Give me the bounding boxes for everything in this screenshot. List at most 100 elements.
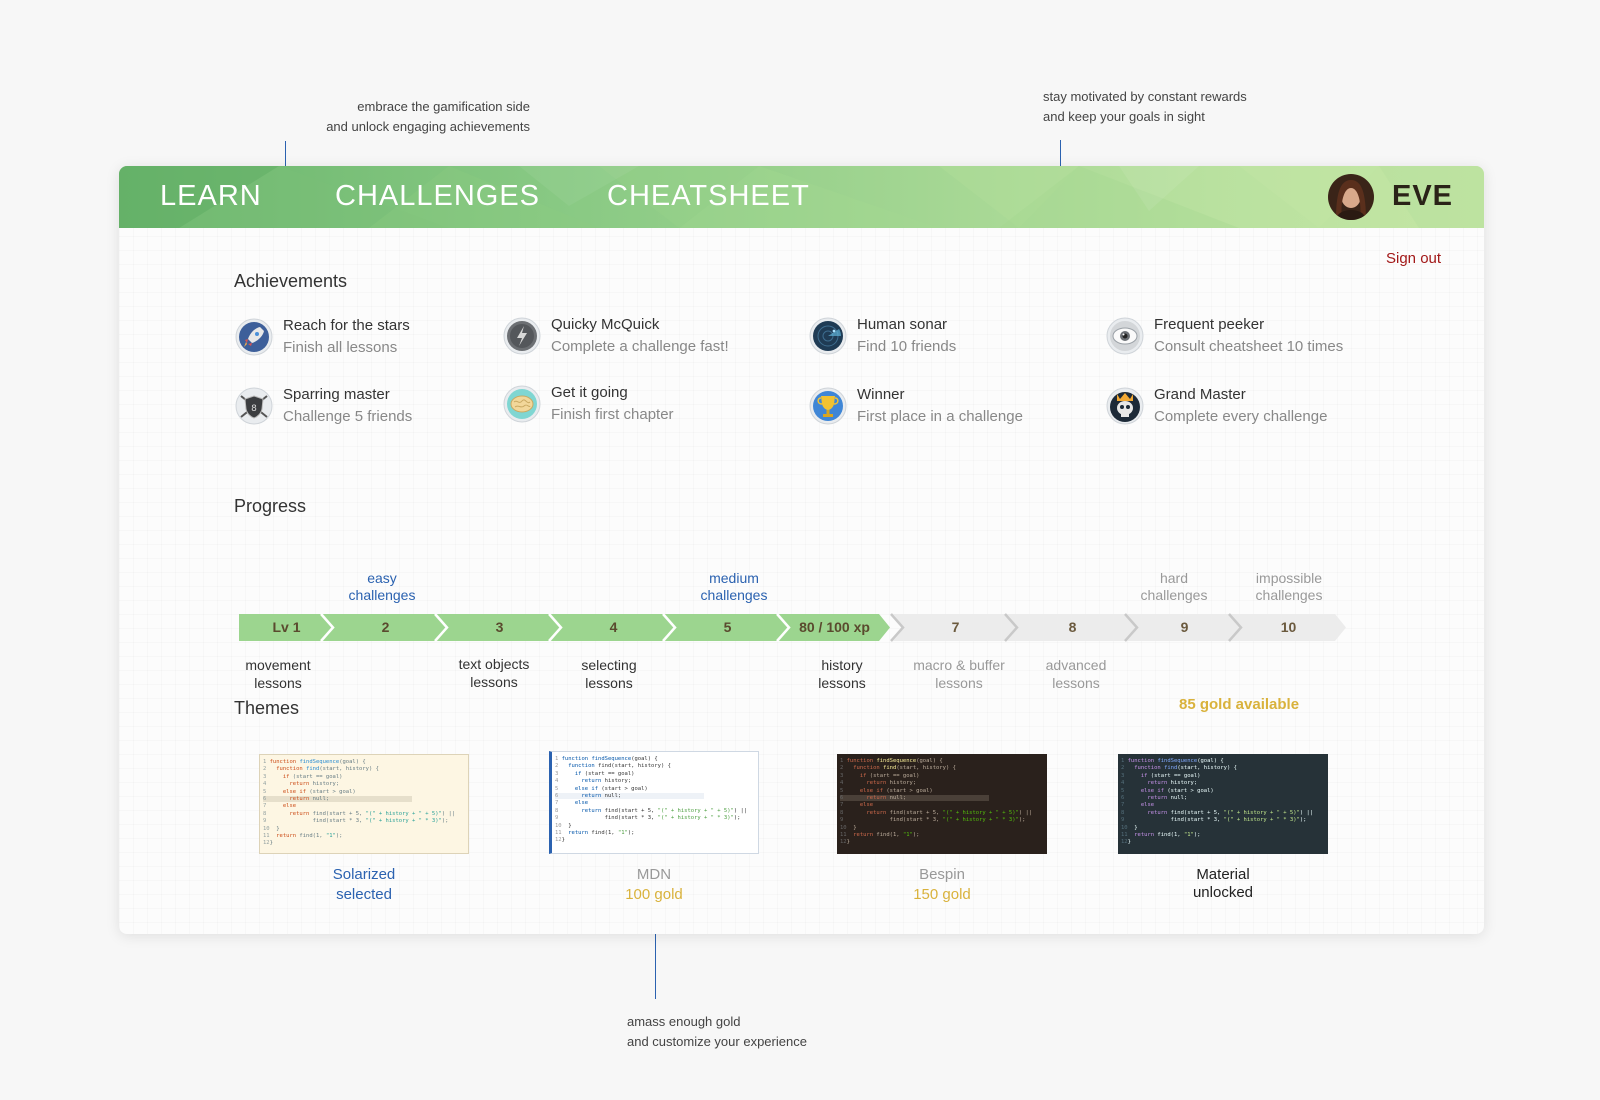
achievement-desc: Challenge 5 friends <box>283 408 413 425</box>
band-line: impossible <box>1255 570 1323 586</box>
themes-heading: Themes <box>234 698 300 718</box>
level-label: 5 <box>723 619 732 635</box>
achievement-desc: Complete a challenge fast! <box>551 338 729 355</box>
gold-balance: 85 gold available <box>1179 696 1300 713</box>
theme-name: Material <box>1196 866 1250 883</box>
nav-cheatsheet[interactable]: CHEATSHEET <box>607 180 810 213</box>
achievement-title: Winner <box>857 386 905 403</box>
crowned-skull-icon <box>1106 387 1144 425</box>
achievement-item[interactable]: Grand Master Complete every challenge <box>1106 386 1396 431</box>
lesson-line: history <box>821 657 863 673</box>
level-label: Lv 1 <box>272 619 301 635</box>
theme-preview[interactable]: 1 function findSequence(goal) { 2 functi… <box>837 754 1047 854</box>
theme-preview[interactable]: 1 function findSequence(goal) { 2 functi… <box>1118 754 1328 854</box>
band-hard: hard challenges <box>1119 570 1229 604</box>
theme-status: selected <box>336 886 392 903</box>
lesson-text-objects: text objects lessons <box>434 655 554 691</box>
achievement-desc: First place in a challenge <box>857 408 1023 425</box>
annotation-themes: amass enough gold and customize your exp… <box>627 1012 867 1052</box>
trophy-icon <box>809 387 847 425</box>
achievement-item[interactable]: 8 Sparring master Challenge 5 friends <box>235 386 525 431</box>
achievement-desc: Consult cheatsheet 10 times <box>1154 338 1344 355</box>
annotation-line: embrace the gamification side <box>357 99 530 114</box>
band-line: challenges <box>1255 587 1323 603</box>
lightning-icon <box>503 317 541 355</box>
svg-text:8: 8 <box>251 404 257 414</box>
annotation-line: amass enough gold <box>627 1014 741 1029</box>
achievement-title: Get it going <box>551 384 628 401</box>
shield-swords-icon: 8 <box>235 387 273 425</box>
theme-price: 100 gold <box>625 886 683 903</box>
achievement-title: Human sonar <box>857 316 948 333</box>
theme-preview[interactable]: 1 function findSequence(goal) { 2 functi… <box>549 751 759 854</box>
achievement-item[interactable]: Human sonar Find 10 friends <box>809 316 1099 361</box>
band-medium: medium challenges <box>669 570 799 604</box>
top-nav-bar: LEARN CHALLENGES CHEATSHEET EVE <box>119 166 1484 228</box>
theme-preview[interactable]: 1 function findSequence(goal) { 2 functi… <box>259 754 469 854</box>
band-line: easy <box>367 570 397 586</box>
lesson-line: lessons <box>585 675 633 691</box>
band-easy: easy challenges <box>327 570 437 604</box>
lesson-macro-buffer: macro & buffer lessons <box>899 656 1019 692</box>
lesson-advanced: advanced lessons <box>1016 656 1136 692</box>
lesson-line: movement <box>245 657 311 673</box>
annotation-line: and customize your experience <box>627 1034 807 1049</box>
nav-challenges[interactable]: CHALLENGES <box>335 180 540 213</box>
nav-learn[interactable]: LEARN <box>160 180 262 213</box>
theme-name: Bespin <box>919 866 965 883</box>
level-progress-track: Lv 1 2 3 4 5 80 / 100 xp 7 8 9 10 easy challenges… <box>239 570 1369 702</box>
lesson-line: advanced <box>1045 657 1107 673</box>
lesson-movement: movement lessons <box>218 656 338 692</box>
achievement-title: Reach for the stars <box>283 317 410 334</box>
band-line: hard <box>1159 570 1189 586</box>
lesson-line: lessons <box>1052 675 1100 691</box>
level-label: 2 <box>381 619 390 635</box>
lesson-line: text objects <box>458 656 530 672</box>
lesson-line: lessons <box>470 674 518 690</box>
lesson-line: selecting <box>581 657 637 673</box>
username[interactable]: EVE <box>1392 180 1453 213</box>
annotation-progress: stay motivated by constant rewards and k… <box>1043 87 1303 127</box>
annotation-achievements: embrace the gamification side and unlock… <box>290 97 530 137</box>
lesson-line: lessons <box>254 675 302 691</box>
app-window: LEARN CHALLENGES CHEATSHEET EVE Sign out… <box>119 166 1484 934</box>
theme-status: unlocked <box>1192 884 1254 901</box>
band-line: medium <box>709 570 759 586</box>
lesson-selecting: selecting lessons <box>549 656 669 692</box>
progress-heading: Progress <box>234 496 307 516</box>
annotation-line: stay motivated by constant rewards <box>1043 89 1247 104</box>
achievement-item[interactable]: Winner First place in a challenge <box>809 386 1099 431</box>
band-line: challenges <box>348 587 416 603</box>
achievement-item[interactable]: Quicky McQuick Complete a challenge fast… <box>503 316 793 361</box>
achievement-desc: Find 10 friends <box>857 338 957 355</box>
lesson-line: lessons <box>935 675 983 691</box>
achievement-desc: Finish first chapter <box>551 406 674 423</box>
radar-icon <box>809 317 847 355</box>
achievement-item[interactable]: Reach for the stars Finish all lessons <box>235 317 525 362</box>
achievement-desc: Complete every challenge <box>1154 408 1328 425</box>
achievement-desc: Finish all lessons <box>283 339 398 356</box>
lesson-history: history lessons <box>782 656 902 692</box>
eye-icon <box>1106 317 1144 355</box>
theme-name: Solarized <box>332 866 396 883</box>
avatar[interactable] <box>1328 174 1374 220</box>
theme-price: 150 gold <box>913 886 971 903</box>
theme-name: MDN <box>636 866 672 883</box>
sign-out-link[interactable]: Sign out <box>1386 250 1441 267</box>
achievement-title: Quicky McQuick <box>551 316 660 333</box>
lesson-line: lessons <box>818 675 866 691</box>
level-label: 3 <box>495 619 504 635</box>
band-impossible: impossible challenges <box>1229 570 1349 604</box>
level-label: 10 <box>1280 619 1297 635</box>
brain-icon <box>503 385 541 423</box>
achievement-item[interactable]: Frequent peeker Consult cheatsheet 10 ti… <box>1106 316 1396 361</box>
achievement-item[interactable]: Get it going Finish first chapter <box>503 384 793 429</box>
level-label: 9 <box>1180 619 1189 635</box>
achievement-title: Frequent peeker <box>1154 316 1265 333</box>
rocket-icon <box>235 318 273 356</box>
annotation-line: and keep your goals in sight <box>1043 109 1205 124</box>
annotation-line: and unlock engaging achievements <box>326 119 530 134</box>
achievement-title: Sparring master <box>283 386 390 403</box>
level-label: 8 <box>1068 619 1077 635</box>
achievement-title: Grand Master <box>1154 386 1246 403</box>
